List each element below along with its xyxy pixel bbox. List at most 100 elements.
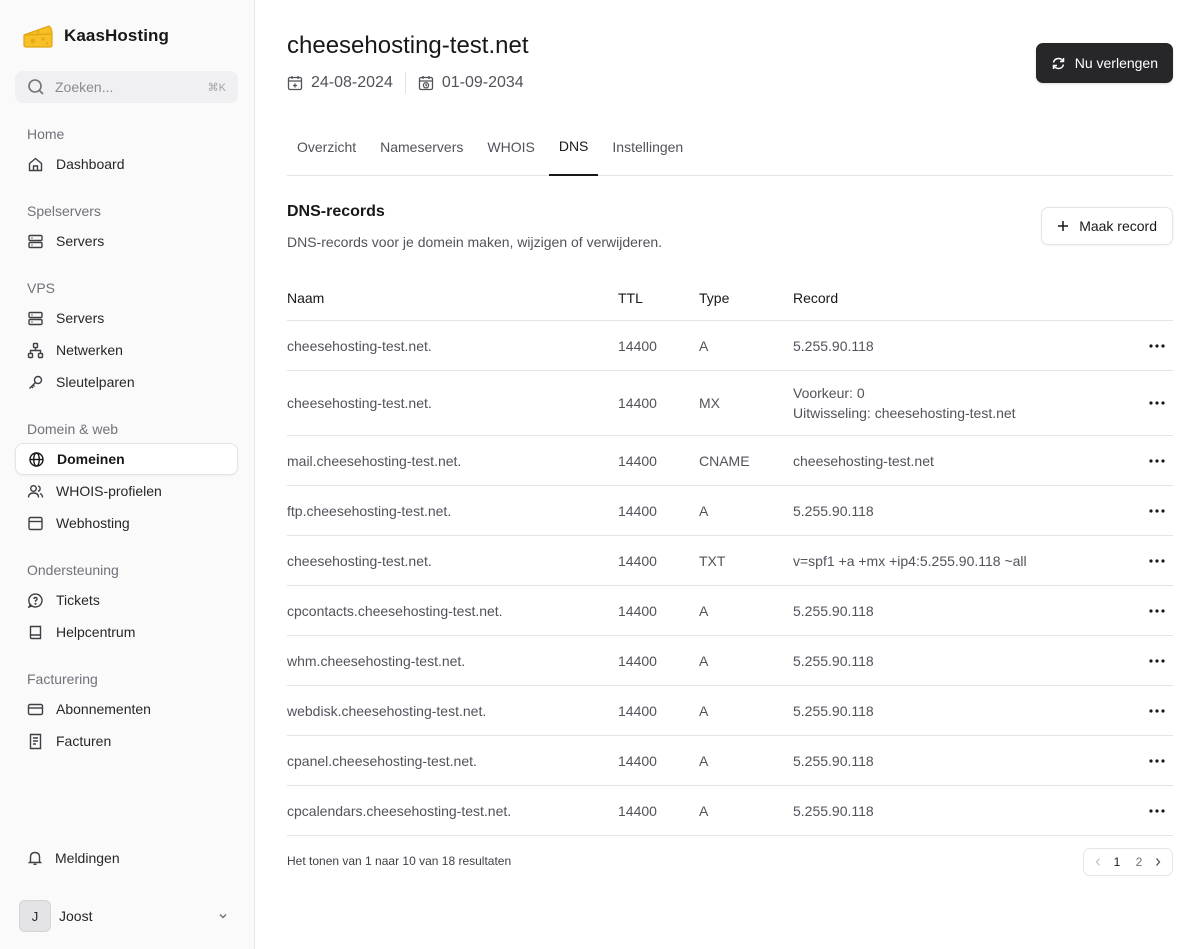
sidebar-item-sleutelparen[interactable]: Sleutelparen [15,366,238,398]
record-type: A [699,652,709,669]
more-horizontal-icon [1149,758,1165,763]
record-value: 5.255.90.118 [793,701,1133,721]
sidebar-item-label: Netwerken [56,342,123,358]
more-horizontal-icon [1149,458,1165,463]
record-ttl: 14400 [618,602,657,619]
row-actions-button[interactable] [1133,401,1173,405]
record-ttl: 14400 [618,802,657,819]
table-row: cheesehosting-test.net. 14400 MX Voorkeur: … [287,371,1173,436]
previous-page-button[interactable] [1090,857,1106,867]
renew-button-label: Nu verlengen [1074,55,1158,71]
tab-overzicht[interactable]: Overzicht [287,129,366,176]
notifications-button[interactable]: Meldingen [27,850,120,866]
section-description: DNS-records voor je domein maken, wijzig… [287,234,663,250]
record-value: 5.255.90.118 [793,751,1133,771]
nav-section-home: Home [27,126,65,142]
search-shortcut: ⌘K [207,81,226,94]
record-value-line: Uitwisseling: cheesehosting-test.net [793,405,1016,421]
sidebar-item-tickets[interactable]: Tickets [15,584,238,616]
sidebar-item-label: Dashboard [56,156,125,172]
row-actions-button[interactable] [1133,758,1173,763]
record-type: CNAME [699,452,750,469]
server-icon [28,311,43,325]
sidebar-item-label: Abonnementen [56,701,151,717]
record-ttl: 14400 [618,752,657,769]
record-name: cheesehosting-test.net. [287,395,432,411]
record-type: MX [699,395,720,411]
pagination: 1 2 [1083,848,1173,876]
sidebar-item-game-servers[interactable]: Servers [15,225,238,257]
row-actions-button[interactable] [1133,558,1173,563]
table-row: cpcalendars.cheesehosting-test.net. 14400… [287,786,1173,836]
tab-nameservers[interactable]: Nameservers [370,129,473,176]
sidebar-item-label: Facturen [56,733,112,749]
sidebar-item-helpcentrum[interactable]: Helpcentrum [15,616,238,648]
user-menu[interactable]: J Joost [19,900,229,932]
tab-dns[interactable]: DNS [548,129,599,176]
globe-icon [29,451,44,467]
record-value: 5.255.90.118 [793,801,1133,821]
record-ttl: 14400 [618,502,657,519]
record-value-line: 5.255.90.118 [793,802,874,819]
registered-date-value: 24-08-2024 [311,74,393,91]
tab-whois[interactable]: WHOIS [477,129,544,176]
record-value-line: v=spf1 +a +mx +ip4:5.255.90.118 ~all [793,552,1027,569]
network-icon [27,342,44,358]
sidebar-item-label: Servers [56,233,105,249]
sidebar-item-label: Helpcentrum [56,624,136,640]
row-actions-button[interactable] [1133,658,1173,663]
sidebar-item-dashboard[interactable]: Dashboard [15,148,238,180]
book-icon [29,625,42,639]
next-page-button[interactable] [1150,857,1166,867]
record-value-line: Voorkeur: 0 [793,385,865,401]
registered-date: 24-08-2024 [287,74,393,92]
calendar-clock-icon [418,76,433,91]
row-actions-button[interactable] [1133,808,1173,813]
table-row: whm.cheesehosting-test.net. 14400 A 5.255.9… [287,636,1173,686]
record-ttl: 14400 [618,395,657,411]
sidebar-item-label: Webhosting [56,515,130,531]
table-row: ftp.cheesehosting-test.net. 14400 A 5.255.9… [287,486,1173,536]
record-value-line: 5.255.90.118 [793,702,874,719]
record-value-line: cheesehosting-test.net [793,452,934,469]
refresh-icon [1052,57,1064,69]
sidebar-item-label: Tickets [56,592,100,608]
page-title: cheesehosting-test.net [287,32,529,59]
row-actions-button[interactable] [1133,708,1173,713]
sidebar-item-vps-servers[interactable]: Servers [15,302,238,334]
table-row: cpcontacts.cheesehosting-test.net. 14400 A… [287,586,1173,636]
table-row: webdisk.cheesehosting-test.net. 14400 A 5.2… [287,686,1173,736]
record-value-line: 5.255.90.118 [793,602,874,619]
row-actions-button[interactable] [1133,508,1173,513]
record-type: TXT [699,552,726,569]
sidebar-item-facturen[interactable]: Facturen [15,725,238,757]
record-ttl: 14400 [618,652,657,669]
sidebar-item-netwerken[interactable]: Netwerken [15,334,238,366]
record-value: 5.255.90.118 [793,501,1133,521]
sidebar-item-domeinen[interactable]: Domeinen [15,443,238,475]
page-1-button[interactable]: 1 [1106,855,1128,869]
more-horizontal-icon [1149,658,1165,663]
avatar: J [19,900,51,932]
receipt-icon [29,733,42,749]
column-header-name: Naam [287,290,325,306]
more-horizontal-icon [1149,558,1165,563]
results-summary: Het tonen van 1 naar 10 van 18 resultate… [287,854,512,868]
row-actions-button[interactable] [1133,608,1173,613]
tab-instellingen[interactable]: Instellingen [602,129,693,176]
nav-section-ondersteuning: Ondersteuning [27,562,119,578]
row-actions-button[interactable] [1133,458,1173,463]
search-input[interactable]: Zoeken... ⌘K [15,71,238,103]
create-record-button[interactable]: Maak record [1041,207,1173,245]
row-actions-button[interactable] [1133,343,1173,348]
renew-button[interactable]: Nu verlengen [1035,43,1173,83]
sidebar-item-whois-profielen[interactable]: WHOIS-profielen [15,475,238,507]
sidebar-item-webhosting[interactable]: Webhosting [15,507,238,539]
record-type: A [699,337,709,354]
key-icon [29,375,43,389]
page-2-button[interactable]: 2 [1128,855,1150,869]
sidebar-item-abonnementen[interactable]: Abonnementen [15,693,238,725]
more-horizontal-icon [1149,608,1165,613]
brand[interactable]: KaasHosting [22,22,169,50]
table-row: cheesehosting-test.net. 14400 A 5.255.90.11… [287,321,1173,371]
